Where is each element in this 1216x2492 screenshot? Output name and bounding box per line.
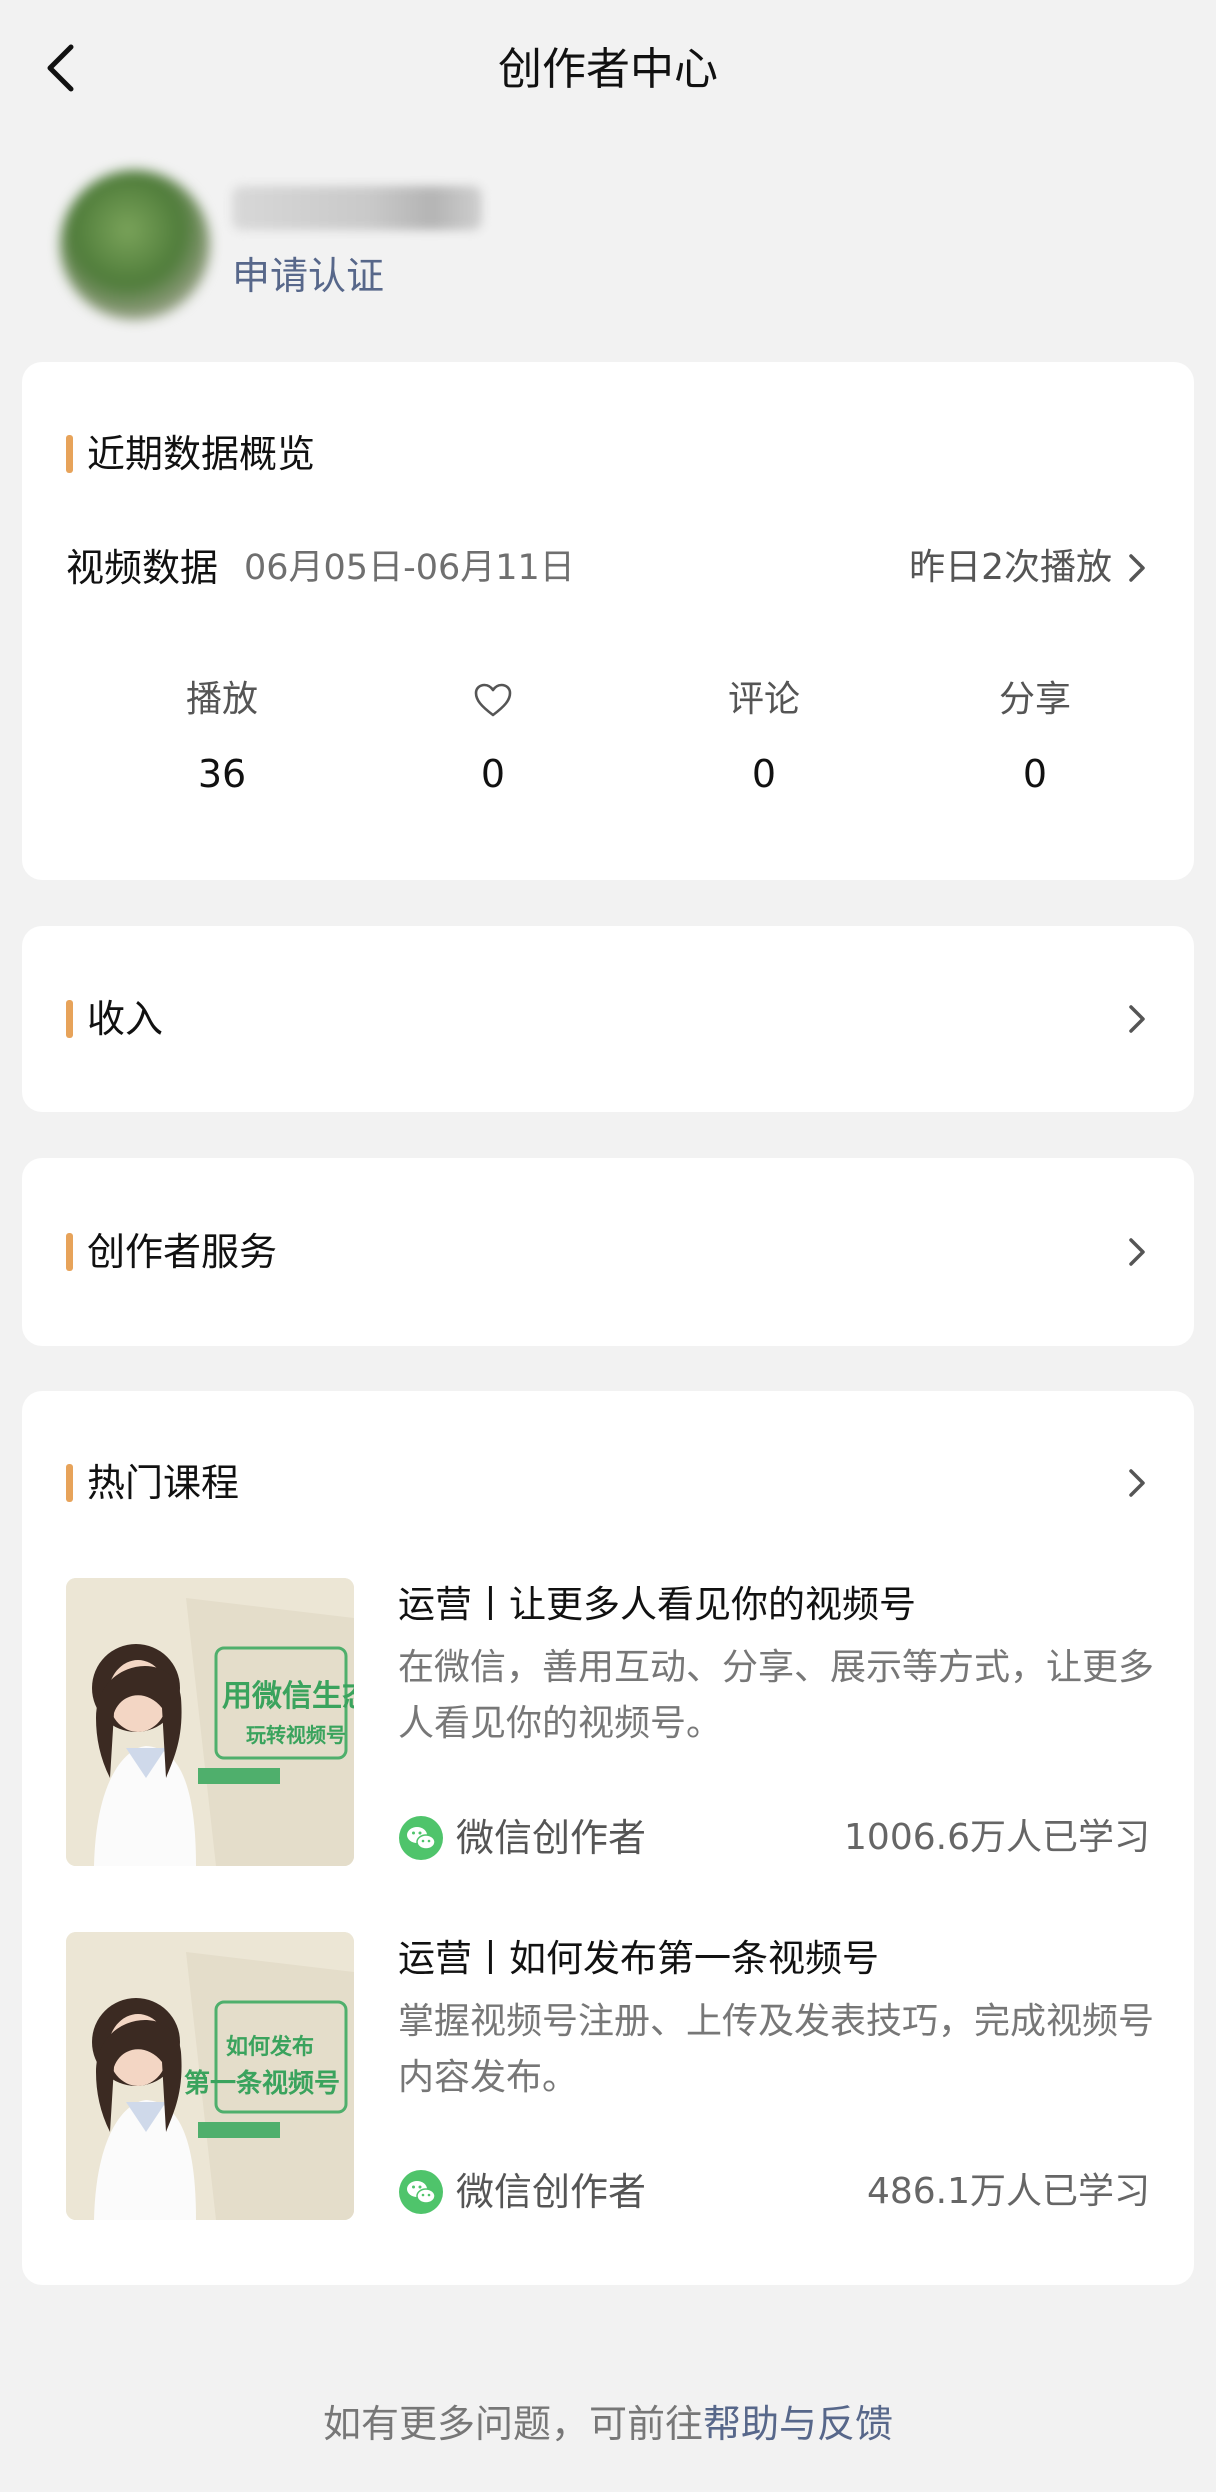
stat-value: 0	[751, 752, 777, 796]
thumb-line2: 第一条视频号	[184, 2068, 340, 2099]
accent-bar	[66, 435, 73, 473]
video-data-label: 视频数据	[66, 546, 219, 590]
course-description: 掌握视频号注册、上传及发表技巧，完成视频号内容发布。	[398, 2001, 1155, 2098]
course-source: 微信创作者	[398, 1810, 646, 1866]
heart-icon	[474, 683, 512, 717]
nav-bar: 创作者中心	[0, 0, 1216, 140]
hot-courses-card: 热门课程 用微信生态 玩转视频号 运营丨让更多人看见你的视频号 在微信，善用互动…	[22, 1391, 1194, 2285]
stat-likes: 0	[363, 672, 623, 802]
course-description: 在微信，善用互动、分享、展示等方式，让更多人看见你的视频号。	[398, 1647, 1155, 1744]
source-name: 微信创作者	[456, 1816, 647, 1860]
stat-plays: 播放 36	[92, 672, 352, 802]
chevron-right-icon	[1129, 1005, 1145, 1033]
overview-title: 近期数据概览	[87, 432, 316, 476]
chevron-right-icon	[1129, 1238, 1145, 1266]
courses-header[interactable]: 热门课程	[66, 1455, 239, 1511]
help-footer: 如有更多问题，可前往帮助与反馈	[0, 2396, 1216, 2452]
course-title[interactable]: 运营丨让更多人看见你的视频号	[398, 1578, 916, 1632]
stat-label: 分享	[998, 679, 1071, 720]
course-source: 微信创作者	[398, 2164, 646, 2220]
course-thumbnail[interactable]: 如何发布 第一条视频号	[66, 1932, 354, 2220]
income-header: 收入	[66, 991, 163, 1047]
avatar[interactable]	[60, 170, 210, 320]
services-header: 创作者服务	[66, 1224, 277, 1280]
thumb-line1: 如何发布	[226, 2034, 314, 2060]
accent-bar	[66, 1464, 73, 1502]
apply-certification-link[interactable]: 申请认证	[232, 248, 384, 304]
yesterday-plays-text: 昨日2次播放	[909, 547, 1112, 588]
chevron-right-icon[interactable]	[1124, 1463, 1150, 1503]
services-title: 创作者服务	[87, 1230, 278, 1274]
stat-value: 36	[197, 752, 247, 796]
learner-count: 486.1万人已学习	[866, 2171, 1150, 2212]
course-title[interactable]: 运营丨如何发布第一条视频号	[398, 1932, 879, 1986]
course-thumbnail[interactable]: 用微信生态 玩转视频号	[66, 1578, 354, 1866]
page-title: 创作者中心	[498, 44, 718, 95]
source-name: 微信创作者	[456, 2170, 647, 2214]
stat-shares: 分享 0	[905, 672, 1165, 802]
income-title: 收入	[87, 997, 164, 1041]
income-card[interactable]: 收入	[22, 926, 1194, 1112]
course-cover-image: 如何发布 第一条视频号	[66, 1932, 354, 2220]
footer-text: 如有更多问题，可前往	[322, 2402, 703, 2446]
learner-count: 1006.6万人已学习	[844, 1817, 1150, 1858]
overview-header: 近期数据概览	[66, 426, 315, 482]
course-cover-image: 用微信生态 玩转视频号	[66, 1578, 354, 1866]
username-blurred	[232, 186, 482, 230]
help-feedback-link[interactable]: 帮助与反馈	[703, 2402, 893, 2446]
chevron-right-icon[interactable]	[1124, 548, 1150, 588]
date-range: 06月05日-06月11日	[244, 548, 575, 588]
stat-label	[363, 672, 623, 728]
stat-value: 0	[480, 752, 506, 796]
profile-area[interactable]: 申请认证	[36, 130, 516, 350]
courses-title: 热门课程	[87, 1461, 240, 1505]
accent-bar	[66, 1000, 73, 1038]
accent-bar	[66, 1233, 73, 1271]
stat-value: 0	[1022, 752, 1048, 796]
stat-comments: 评论 0	[634, 672, 894, 802]
thumb-line1: 用微信生态	[222, 1679, 354, 1714]
yesterday-plays-link[interactable]: 昨日2次播放	[909, 540, 1112, 596]
creator-services-card[interactable]: 创作者服务	[22, 1158, 1194, 1346]
wechat-icon	[399, 2170, 443, 2214]
stat-label: 播放	[185, 679, 258, 720]
thumb-line2: 玩转视频号	[246, 1723, 346, 1747]
stat-label: 评论	[727, 679, 800, 720]
data-overview-card: 近期数据概览 视频数据 06月05日-06月11日 昨日2次播放 播放 36 0…	[22, 362, 1194, 880]
wechat-icon	[399, 1816, 443, 1860]
